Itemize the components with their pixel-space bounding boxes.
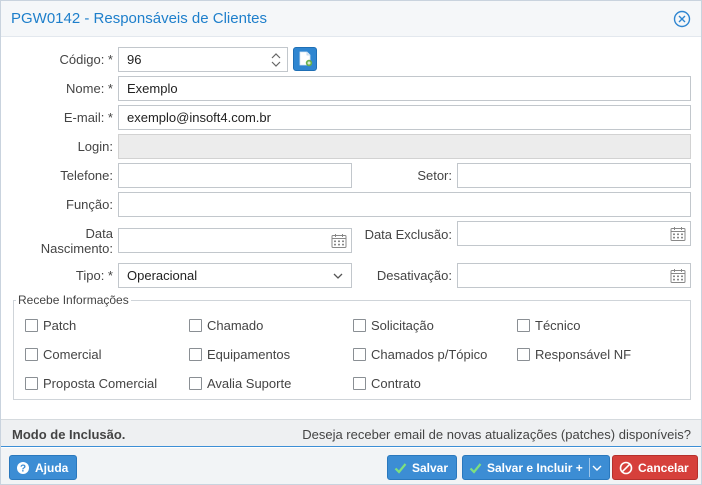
help-icon: ? xyxy=(17,461,29,474)
checkbox-label: Chamado xyxy=(207,317,264,333)
save-and-include-label: Salvar e Incluir + xyxy=(487,460,583,475)
close-icon[interactable] xyxy=(673,10,691,28)
email-value: exemplo@insoft4.com.br xyxy=(127,110,271,125)
checkbox-equipamentos[interactable]: Equipamentos xyxy=(189,346,290,362)
checkbox-contrato[interactable]: Contrato xyxy=(353,375,421,391)
save-and-include-button[interactable]: Salvar e Incluir + xyxy=(462,455,610,480)
cancel-label: Cancelar xyxy=(638,460,689,475)
email-input[interactable]: exemplo@insoft4.com.br xyxy=(118,105,691,130)
checkbox-label: Equipamentos xyxy=(207,346,291,362)
checkbox-label: Solicitação xyxy=(371,317,434,333)
save-label: Salvar xyxy=(412,460,449,475)
desativacao-label: Desativação: xyxy=(376,268,452,283)
nome-label: Nome: * xyxy=(66,81,113,96)
save-options-dropdown[interactable] xyxy=(588,458,609,477)
help-button[interactable]: ? Ajuda xyxy=(9,455,78,480)
title-bar: PGW0142 - Responsáveis de Clientes xyxy=(1,1,701,37)
new-document-button[interactable] xyxy=(293,47,317,71)
checkbox-box[interactable] xyxy=(189,347,202,361)
funcao-input[interactable] xyxy=(118,192,691,217)
data-exclusao-label: Data Exclusão: xyxy=(364,227,452,242)
patch-email-question[interactable]: Deseja receber email de novas atualizaçõ… xyxy=(302,427,691,442)
data-exclusao-input[interactable] xyxy=(457,221,691,246)
nome-input[interactable]: Exemplo xyxy=(118,76,691,101)
chevron-down-icon[interactable] xyxy=(333,272,343,280)
check-icon xyxy=(469,462,482,474)
telefone-label: Telefone: xyxy=(60,168,113,183)
checkbox-chamados-topico[interactable]: Chamados p/Tópico xyxy=(353,346,487,362)
checkbox-proposta-comercial[interactable]: Proposta Comercial xyxy=(25,375,157,391)
chevron-down-icon xyxy=(592,465,602,471)
checkbox-box[interactable] xyxy=(353,376,366,390)
checkbox-label: Patch xyxy=(43,317,77,333)
help-label: Ajuda xyxy=(35,460,69,475)
checkbox-label: Chamados p/Tópico xyxy=(371,346,488,362)
tipo-value: Operacional xyxy=(127,268,198,283)
status-bar: Modo de Inclusão. Deseja receber email d… xyxy=(1,419,701,447)
checkbox-avalia-suporte[interactable]: Avalia Suporte xyxy=(189,375,291,391)
checkbox-label: Responsável NF xyxy=(535,346,632,362)
checkbox-comercial[interactable]: Comercial xyxy=(25,346,102,362)
checkbox-chamado[interactable]: Chamado xyxy=(189,317,263,333)
checkbox-box[interactable] xyxy=(189,376,202,390)
nome-value: Exemplo xyxy=(127,81,178,96)
codigo-input[interactable]: 96 xyxy=(118,47,288,72)
checkbox-label: Comercial xyxy=(43,346,102,362)
desativacao-input[interactable] xyxy=(457,263,691,288)
checkbox-label: Avalia Suporte xyxy=(207,375,292,391)
checkbox-box[interactable] xyxy=(25,376,38,390)
checkbox-box[interactable] xyxy=(25,347,38,361)
window-title: PGW0142 - Responsáveis de Clientes xyxy=(11,10,267,27)
checkbox-responsavel-nf[interactable]: Responsável NF xyxy=(517,346,631,362)
button-bar: ? Ajuda Salvar Salvar e Incluir + Cancel… xyxy=(1,448,701,484)
setor-input[interactable] xyxy=(457,163,691,188)
calendar-icon[interactable] xyxy=(331,233,347,249)
tipo-select[interactable]: Operacional xyxy=(118,263,352,288)
dialog-window: PGW0142 - Responsáveis de Clientes Códig… xyxy=(0,0,702,485)
data-nascimento-label: Data Nascimento: xyxy=(21,226,113,256)
calendar-icon[interactable] xyxy=(670,268,686,284)
checkbox-label: Contrato xyxy=(371,375,421,391)
data-nascimento-input[interactable] xyxy=(118,228,352,253)
spinner-icon[interactable] xyxy=(271,51,281,69)
checkbox-box[interactable] xyxy=(25,318,38,332)
checkbox-label: Técnico xyxy=(535,317,581,333)
checkbox-label: Proposta Comercial xyxy=(43,375,158,391)
checkbox-tecnico[interactable]: Técnico xyxy=(517,317,581,333)
mode-text: Modo de Inclusão. xyxy=(12,427,126,442)
calendar-icon[interactable] xyxy=(670,226,686,242)
checkbox-box[interactable] xyxy=(189,318,202,332)
login-label: Login: xyxy=(77,139,113,154)
tipo-label: Tipo: * xyxy=(75,268,113,283)
checkbox-box[interactable] xyxy=(353,347,366,361)
login-input xyxy=(118,134,691,159)
email-label: E-mail: * xyxy=(63,110,113,125)
new-document-icon xyxy=(299,51,313,67)
check-icon xyxy=(394,462,407,474)
codigo-value: 96 xyxy=(127,52,142,67)
cancel-button[interactable]: Cancelar xyxy=(612,455,698,480)
recebe-informacoes-legend: Recebe Informações xyxy=(18,293,129,307)
funcao-label: Função: xyxy=(66,197,113,212)
data-nascimento-label-line2: Nascimento: xyxy=(40,241,113,256)
cancel-icon xyxy=(619,461,633,474)
checkbox-box[interactable] xyxy=(517,347,530,361)
setor-label: Setor: xyxy=(417,168,452,183)
checkbox-box[interactable] xyxy=(353,318,366,332)
telefone-input[interactable] xyxy=(118,163,352,188)
checkbox-solicitacao[interactable]: Solicitação xyxy=(353,317,434,333)
checkbox-patch[interactable]: Patch xyxy=(25,317,76,333)
data-nascimento-label-line1: Data xyxy=(85,226,113,241)
codigo-label: Código: * xyxy=(59,52,113,67)
svg-text:?: ? xyxy=(20,463,26,474)
checkbox-box[interactable] xyxy=(517,318,530,332)
save-button[interactable]: Salvar xyxy=(387,455,458,480)
